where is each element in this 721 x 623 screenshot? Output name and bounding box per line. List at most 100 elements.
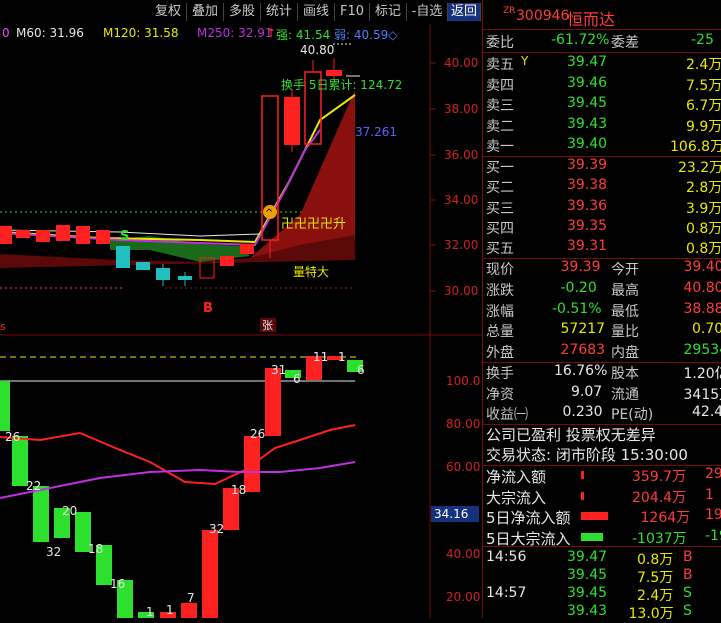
flow-bar <box>581 512 608 520</box>
limit-mark: 张 <box>262 319 273 332</box>
svg-text:1: 1 <box>338 350 346 364</box>
ask-price: 39.46 <box>567 74 608 91</box>
sell-mark: S <box>120 229 129 244</box>
mid-value-label: 37.261 <box>355 125 397 139</box>
crosshair-value: 34.16 <box>434 507 468 521</box>
bid-row[interactable]: 买五 39.31 0.8万 <box>483 237 721 258</box>
flow-row: 5日大宗流入 -1037万 -19 <box>486 527 721 548</box>
svg-text:7: 7 <box>187 591 195 605</box>
ask-row[interactable]: 卖二 39.43 9.9万 <box>483 115 721 136</box>
ask-volume: 7.5万 <box>686 77 721 94</box>
stat-row: 总量 57217 量比 0.70 <box>486 321 721 341</box>
indicator-purple-line <box>0 461 356 499</box>
kline-tick: 36.00 <box>444 148 478 162</box>
bid-volume: 3.9万 <box>686 200 721 217</box>
ask-row[interactable]: 卖三 39.45 6.7万 <box>483 94 721 115</box>
mark-button[interactable]: 标记 <box>370 3 407 21</box>
kline-tick: 40.00 <box>444 56 478 70</box>
band-area-upper <box>250 90 355 258</box>
indicator-red-line <box>0 424 356 486</box>
overlay-button[interactable]: 叠加 <box>187 3 224 21</box>
vol-tick: 60.00 <box>446 460 480 474</box>
bid-row[interactable]: 买四 39.35 0.8万 <box>483 217 721 238</box>
bid-volume: 2.8万 <box>686 180 721 197</box>
vol-axis: 100.0 80.00 60.00 40.00 20.00 <box>446 374 480 604</box>
svg-text:26: 26 <box>250 427 265 441</box>
turnover-label: 换手 5日累计: 124.72 <box>281 78 402 92</box>
back-button[interactable]: 返回 <box>448 3 481 21</box>
stat-row: 涨幅 -0.51% 最低 38.88 <box>486 300 721 320</box>
ask-row[interactable]: 卖四 39.46 7.5万 <box>483 74 721 95</box>
flow-row: 净流入额 359.7万 29 <box>486 466 721 486</box>
company-note: 公司已盈利 投票权无差异 <box>486 426 656 444</box>
draw-line-button[interactable]: 画线 <box>298 3 335 21</box>
trade-status: 交易状态: 闭市阶段 15:30:00 <box>486 446 688 464</box>
fin-row: 换手 16.76% 股本 1.20亿 <box>486 363 721 382</box>
multi-stock-button[interactable]: 多股 <box>224 3 261 21</box>
bid-row[interactable]: 买一 39.39 23.2万 <box>483 156 721 177</box>
bid-row[interactable]: 买二 39.38 2.8万 <box>483 176 721 197</box>
ask-price: 39.43 <box>567 115 608 132</box>
buy-mark: B <box>203 301 213 316</box>
stock-header: ZR 300946 恒而达 <box>483 4 721 29</box>
bid-volume: 23.2万 <box>678 160 721 176</box>
svg-text:16: 16 <box>110 577 125 591</box>
weicha-value: -25 <box>691 32 714 48</box>
svg-text:32: 32 <box>209 522 224 536</box>
ask-volume: 2.4万 <box>686 57 721 73</box>
svg-text:18: 18 <box>88 542 103 556</box>
chart-toolbar: 复权 叠加 多股 统计 画线 F10 标记 -自选 返回 <box>0 0 482 24</box>
vol-tick: 40.00 <box>446 547 480 561</box>
ask-volume: 9.9万 <box>686 118 721 135</box>
chevron-up-icon: ^ <box>265 208 273 219</box>
add-watchlist-button[interactable]: -自选 <box>407 3 448 21</box>
weibi-row: 委比 -61.72% 委差 -25 <box>486 32 714 51</box>
f10-button[interactable]: F10 <box>335 3 370 21</box>
bid-price: 39.31 <box>567 238 608 255</box>
ask-volume: 6.7万 <box>686 98 721 115</box>
volume-big-label: 量特大 <box>293 264 329 279</box>
statistics-button[interactable]: 统计 <box>261 3 298 21</box>
kline-axis: 40.00 38.00 36.00 34.00 32.00 30.00 <box>430 56 478 298</box>
svg-text:1: 1 <box>166 603 174 617</box>
svg-text:26: 26 <box>5 430 20 444</box>
flow-bar <box>581 491 584 500</box>
stock-prefix: ZR <box>503 6 516 16</box>
kline-chart[interactable]: 40.00 38.00 36.00 34.00 32.00 30.00 40.8… <box>0 24 482 618</box>
ask-price: 39.40 <box>567 136 608 153</box>
signal-label: 卍卍卍卍升 <box>281 217 346 232</box>
svg-text:32: 32 <box>46 545 61 559</box>
peak-label: 40.80 <box>300 43 334 57</box>
vol-tick: 100.0 <box>446 374 480 388</box>
bid-price: 39.36 <box>567 197 608 214</box>
kline-tick: 32.00 <box>444 238 478 252</box>
flow-bar <box>581 471 584 479</box>
svg-text:11: 11 <box>313 350 328 364</box>
vol-value-labels: 26 22 20 32 18 16 1 1 7 32 18 26 31 6 11… <box>5 350 365 618</box>
svg-text:1: 1 <box>146 605 154 618</box>
ask-price: 39.45 <box>567 95 608 112</box>
bid-volume: 0.8万 <box>686 241 721 258</box>
bid-price: 39.39 <box>567 157 608 173</box>
quote-panel: ZR 300946 恒而达 委比 -61.72% 委差 -25 卖五 Y 39.… <box>482 0 721 622</box>
svg-text:6: 6 <box>293 372 301 386</box>
svg-text:6: 6 <box>357 363 365 377</box>
ask-price: 39.47 <box>567 54 608 70</box>
svg-text:18: 18 <box>231 483 246 497</box>
flow-row: 大宗流入 204.4万 1 <box>486 486 714 507</box>
ask-volume: 106.8万 <box>670 139 721 156</box>
ask-row[interactable]: 卖五 Y 39.47 2.4万 <box>483 53 721 74</box>
fuquan-button[interactable]: 复权 <box>150 3 187 21</box>
bid-row[interactable]: 买三 39.36 3.9万 <box>483 197 721 218</box>
kline-tick: 30.00 <box>444 284 478 298</box>
vol-tick: 80.00 <box>446 417 480 431</box>
stock-name[interactable]: 恒而达 <box>567 6 615 30</box>
stat-row: 外盘 27683 内盘 29534 <box>486 342 721 362</box>
kline-tick: 38.00 <box>444 102 478 116</box>
svg-text:31: 31 <box>271 363 286 377</box>
weibi-value: -61.72% <box>551 32 610 48</box>
stock-code: 300946 <box>516 8 570 24</box>
ask-row[interactable]: 卖一 39.40 106.8万 <box>483 135 721 156</box>
stat-row: 现价 39.39 今开 39.40 <box>486 259 721 278</box>
fin-row: 净资 9.07 流通 3415万 <box>486 383 721 403</box>
